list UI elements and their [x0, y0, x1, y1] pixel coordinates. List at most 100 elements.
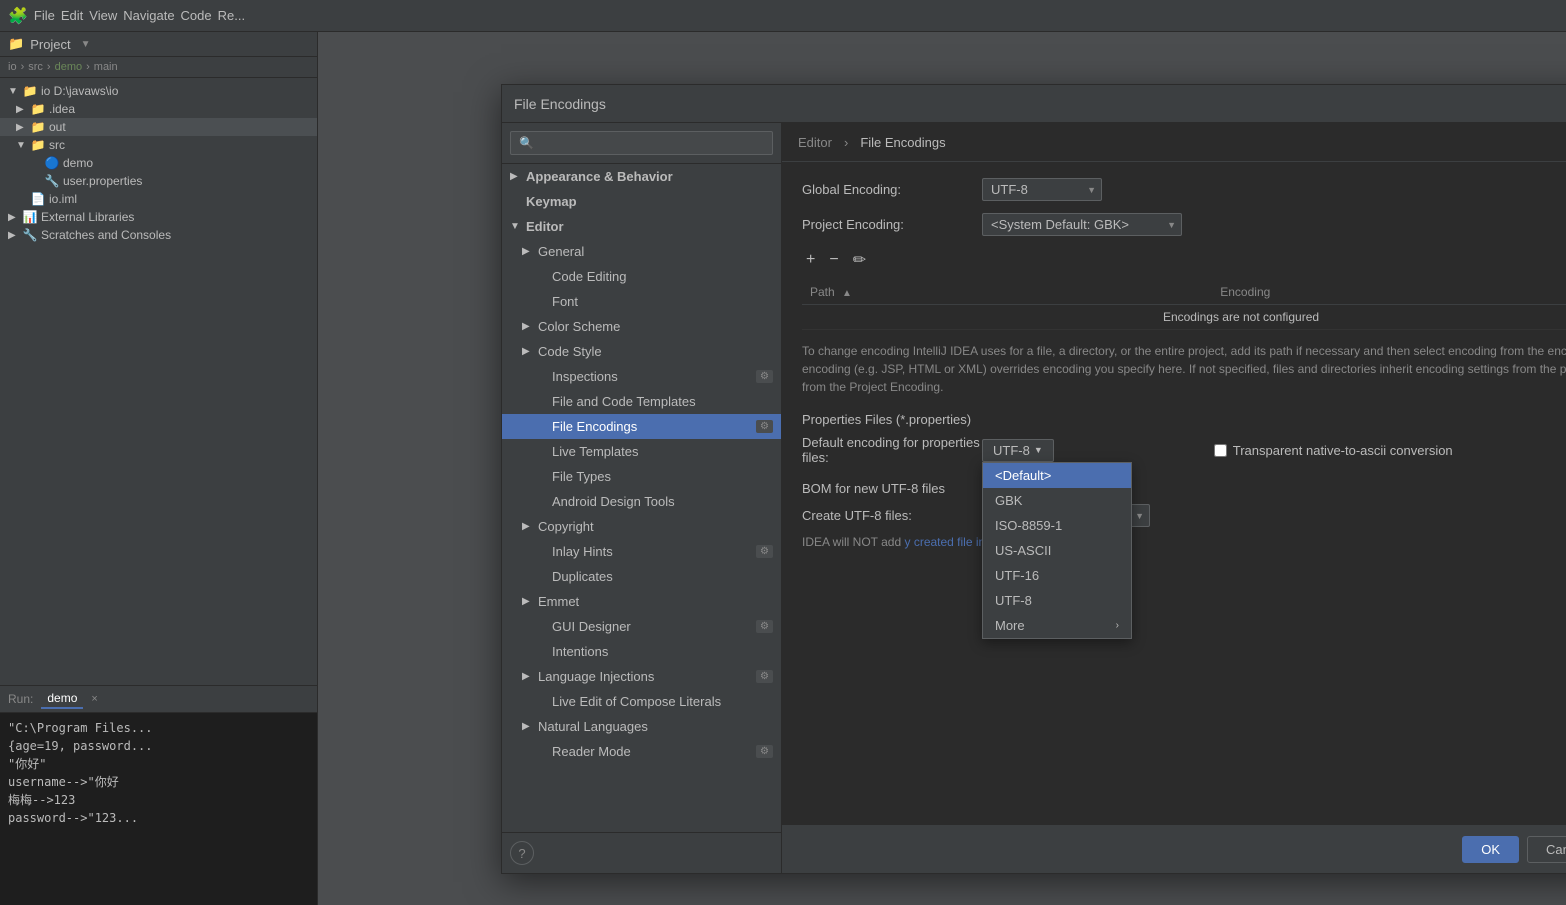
nav-emmet-label: Emmet [538, 594, 579, 609]
dropdown-option-utf8[interactable]: UTF-8 [983, 588, 1131, 613]
content-header: Editor › File Encodings ← → [782, 123, 1566, 162]
add-encoding-button[interactable]: + [802, 249, 819, 271]
nav-duplicates[interactable]: Duplicates [502, 564, 781, 589]
tree-item-demo[interactable]: 🔵 demo [0, 154, 317, 172]
cancel-button[interactable]: Cancel [1527, 836, 1566, 863]
tree-item-userprops[interactable]: 🔧 user.properties [0, 172, 317, 190]
transparent-conversion-text: Transparent native-to-ascii conversion [1233, 443, 1453, 458]
nav-android-design[interactable]: Android Design Tools [502, 489, 781, 514]
run-tab-demo[interactable]: demo [41, 689, 83, 709]
empty-table-message: Encodings are not configured [802, 305, 1566, 330]
menu-re[interactable]: Re... [218, 8, 245, 23]
nav-language-injections[interactable]: ▶ Language Injections ⚙ [502, 664, 781, 689]
nav-emmet[interactable]: ▶ Emmet [502, 589, 781, 614]
tree-item-extlibs[interactable]: ▶ 📊 External Libraries [0, 208, 317, 226]
edit-encoding-button[interactable]: ✏ [849, 248, 870, 272]
menu-view[interactable]: View [89, 8, 117, 23]
tree-item-ioixml[interactable]: 📄 io.iml [0, 190, 317, 208]
dialog-title-bar: File Encodings × [502, 85, 1566, 123]
tree-label-src: src [49, 138, 65, 152]
nav-inspections[interactable]: Inspections ⚙ [502, 364, 781, 389]
tree-item-src[interactable]: ▼ 📁 src [0, 136, 317, 154]
help-button[interactable]: ? [510, 841, 534, 865]
path-io[interactable]: io [8, 61, 17, 73]
menu-code[interactable]: Code [181, 8, 212, 23]
tree-item-io[interactable]: ▼ 📁 io D:\javaws\io [0, 82, 317, 100]
nav-code-editing[interactable]: Code Editing [502, 264, 781, 289]
menu-navigate[interactable]: Navigate [123, 8, 174, 23]
dialog-buttons: OK Cancel Apply [782, 825, 1566, 873]
nav-android-design-label: Android Design Tools [552, 494, 675, 509]
bottom-panel-header: Run: demo × [0, 686, 317, 713]
transparent-conversion-label[interactable]: Transparent native-to-ascii conversion [1214, 443, 1453, 458]
ok-button[interactable]: OK [1462, 836, 1519, 863]
encoding-column-header: Encoding [1212, 280, 1566, 305]
tree-label-io: io D:\javaws\io [41, 84, 118, 98]
breadcrumb-parent: Editor [798, 135, 832, 150]
nav-general[interactable]: ▶ General [502, 239, 781, 264]
ide-menu-left: 🧩 File Edit View Navigate Code Re... [8, 6, 245, 26]
project-encoding-select-wrapper: <System Default: GBK> UTF-8 GBK [982, 213, 1182, 236]
nav-gui-designer[interactable]: GUI Designer ⚙ [502, 614, 781, 639]
properties-encoding-button[interactable]: UTF-8 ▼ [982, 439, 1054, 462]
nav-intentions[interactable]: Intentions [502, 639, 781, 664]
spacer [536, 696, 550, 707]
nav-editor[interactable]: ▼ Editor [502, 214, 781, 239]
nav-file-code-templates[interactable]: File and Code Templates [502, 389, 781, 414]
spacer [536, 421, 550, 432]
dropdown-option-utf16[interactable]: UTF-16 [983, 563, 1131, 588]
nav-live-edit[interactable]: Live Edit of Compose Literals [502, 689, 781, 714]
nav-file-encodings[interactable]: File Encodings ⚙ [502, 414, 781, 439]
create-utf8-row: Create UTF-8 files: with NO BOM with BOM [802, 504, 1566, 527]
console-line-1: "C:\Program Files... [8, 719, 309, 737]
chevron-down-icon[interactable]: ▼ [81, 39, 91, 50]
nav-code-style[interactable]: ▶ Code Style [502, 339, 781, 364]
spacer [536, 296, 550, 307]
chevron-icon: ▼ [16, 140, 28, 151]
nav-font[interactable]: Font [502, 289, 781, 314]
help-button-container: ? [502, 832, 781, 873]
nav-copyright[interactable]: ▶ Copyright [502, 514, 781, 539]
nav-keymap[interactable]: Keymap [502, 189, 781, 214]
transparent-conversion-checkbox[interactable] [1214, 444, 1227, 457]
nav-appearance[interactable]: ▶ Appearance & Behavior [502, 164, 781, 189]
close-tab-icon[interactable]: × [91, 693, 97, 705]
path-column-header: Path ▲ [802, 280, 1212, 305]
nav-inlay-hints-label: Inlay Hints [552, 544, 613, 559]
nav-live-templates[interactable]: Live Templates [502, 439, 781, 464]
nav-reader-mode-label: Reader Mode [552, 744, 631, 759]
chevron-right-icon: ▶ [522, 671, 536, 682]
global-encoding-select[interactable]: UTF-8 GBK ISO-8859-1 [982, 178, 1102, 201]
tree-item-out[interactable]: ▶ 📁 out [0, 118, 317, 136]
settings-search-input[interactable] [510, 131, 773, 155]
path-demo[interactable]: demo [55, 61, 83, 73]
tree-item-scratches[interactable]: ▶ 🔧 Scratches and Consoles [0, 226, 317, 244]
menu-file[interactable]: File [34, 8, 55, 23]
properties-encoding-dropdown-container: UTF-8 ▼ <Default> GBK ISO-8859-1 [982, 439, 1054, 462]
path-src[interactable]: src [28, 61, 43, 73]
nav-natural-languages[interactable]: ▶ Natural Languages [502, 714, 781, 739]
dropdown-option-gbk[interactable]: GBK [983, 488, 1131, 513]
remove-encoding-button[interactable]: − [825, 249, 842, 271]
project-encoding-select[interactable]: <System Default: GBK> UTF-8 GBK [982, 213, 1182, 236]
nav-reader-mode[interactable]: Reader Mode ⚙ [502, 739, 781, 764]
nav-inlay-hints[interactable]: Inlay Hints ⚙ [502, 539, 781, 564]
properties-encoding-value: UTF-8 [993, 443, 1030, 458]
path-main[interactable]: main [94, 61, 118, 73]
dropdown-option-iso8859[interactable]: ISO-8859-1 [983, 513, 1131, 538]
no-chevron [16, 194, 28, 205]
nav-color-scheme[interactable]: ▶ Color Scheme [502, 314, 781, 339]
breadcrumb-path: io › src › demo › main [0, 57, 317, 78]
dropdown-option-default[interactable]: <Default> [983, 463, 1131, 488]
tree-item-idea[interactable]: ▶ 📁 .idea [0, 100, 317, 118]
nav-font-label: Font [552, 294, 578, 309]
sort-icon[interactable]: ▲ [842, 288, 852, 299]
console-line-4: username-->"你好 [8, 773, 309, 791]
menu-edit[interactable]: Edit [61, 8, 83, 23]
no-chevron [30, 176, 42, 187]
spacer [536, 496, 550, 507]
settings-main: Global Encoding: UTF-8 GBK ISO-8859-1 [782, 162, 1566, 825]
dropdown-option-more[interactable]: More › [983, 613, 1131, 638]
dropdown-option-usascii[interactable]: US-ASCII [983, 538, 1131, 563]
nav-file-types[interactable]: File Types [502, 464, 781, 489]
